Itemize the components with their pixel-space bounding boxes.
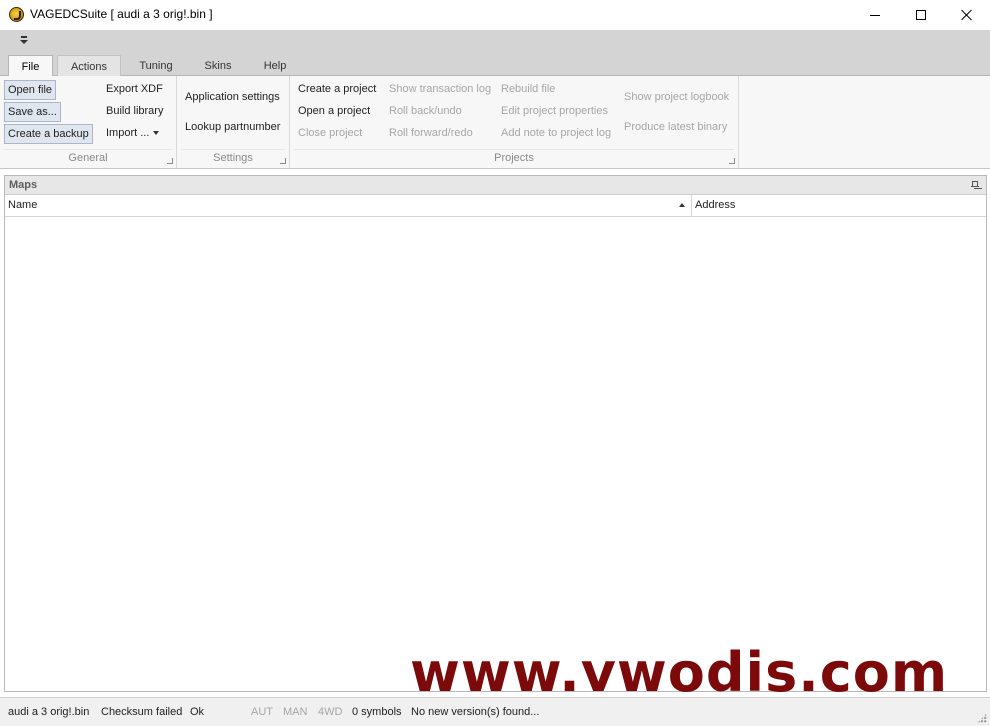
status-bar: audi a 3 orig!.bin Checksum failed Ok AU… bbox=[0, 697, 990, 726]
status-4wd: 4WD bbox=[318, 706, 343, 718]
status-filename: audi a 3 orig!.bin bbox=[8, 706, 90, 718]
show-transaction-log-button[interactable]: Show transaction log bbox=[386, 80, 494, 100]
column-header-address[interactable]: Address bbox=[692, 195, 986, 216]
open-file-button[interactable]: Open file bbox=[4, 80, 57, 100]
status-version: No new version(s) found... bbox=[411, 706, 540, 718]
tab-actions[interactable]: Actions bbox=[57, 55, 121, 77]
chevron-down-icon bbox=[153, 131, 160, 136]
ribbon-group-projects: Create a project Open a project Close pr… bbox=[290, 76, 739, 168]
resize-grip-icon[interactable] bbox=[977, 713, 987, 723]
tab-file[interactable]: File bbox=[8, 55, 53, 77]
show-project-logbook-button[interactable]: Show project logbook bbox=[621, 88, 732, 108]
save-as-button[interactable]: Save as... bbox=[4, 102, 61, 122]
column-header-address-label: Address bbox=[695, 199, 736, 211]
status-aut: AUT bbox=[251, 706, 273, 718]
create-project-button[interactable]: Create a project bbox=[295, 80, 379, 100]
edit-project-properties-button[interactable]: Edit project properties bbox=[498, 102, 611, 122]
dialog-launcher-icon[interactable] bbox=[280, 158, 286, 164]
maps-panel-header: Maps bbox=[5, 176, 986, 195]
customize-quick-access-icon[interactable] bbox=[18, 36, 32, 48]
status-checksum: Checksum failed bbox=[101, 706, 183, 718]
lookup-partnumber-button[interactable]: Lookup partnumber bbox=[182, 118, 283, 138]
ribbon: Open file Save as... Create a backup Exp… bbox=[0, 76, 990, 169]
window-title: VAGEDCSuite [ audi a 3 orig!.bin ] bbox=[30, 7, 213, 21]
column-header-name-label: Name bbox=[8, 199, 38, 211]
close-icon bbox=[961, 9, 973, 21]
rebuild-file-button[interactable]: Rebuild file bbox=[498, 80, 558, 100]
create-backup-button[interactable]: Create a backup bbox=[4, 124, 93, 144]
pin-icon[interactable] bbox=[971, 181, 979, 190]
open-project-button[interactable]: Open a project bbox=[295, 102, 373, 122]
status-symbols: 0 symbols bbox=[352, 706, 402, 718]
title-bar: VAGEDCSuite [ audi a 3 orig!.bin ] bbox=[0, 0, 990, 30]
ribbon-tabs: File Actions Tuning Skins Help bbox=[0, 52, 990, 77]
maps-grid-body[interactable] bbox=[5, 217, 986, 691]
roll-forward-button[interactable]: Roll forward/redo bbox=[386, 124, 476, 144]
maps-grid-header: Name Address bbox=[5, 195, 986, 217]
maps-panel-title: Maps bbox=[9, 179, 38, 191]
maps-panel: Maps Name Address bbox=[4, 175, 987, 692]
column-header-name[interactable]: Name bbox=[5, 195, 692, 216]
ribbon-group-general: Open file Save as... Create a backup Exp… bbox=[0, 76, 177, 168]
tab-help[interactable]: Help bbox=[250, 55, 300, 77]
group-label-settings: Settings bbox=[213, 152, 253, 164]
produce-latest-binary-button[interactable]: Produce latest binary bbox=[621, 118, 730, 138]
tab-skins[interactable]: Skins bbox=[192, 55, 244, 77]
group-label-projects: Projects bbox=[494, 152, 534, 164]
quick-access-toolbar bbox=[0, 30, 990, 52]
import-label: Import ... bbox=[106, 127, 150, 139]
sort-ascending-icon bbox=[679, 203, 685, 207]
import-dropdown-button[interactable]: Import ... bbox=[103, 124, 162, 144]
minimize-button[interactable] bbox=[852, 0, 898, 30]
add-note-button[interactable]: Add note to project log bbox=[498, 124, 614, 144]
dialog-launcher-icon[interactable] bbox=[729, 158, 735, 164]
close-button[interactable] bbox=[944, 0, 990, 30]
minimize-icon bbox=[870, 14, 880, 16]
export-xdf-button[interactable]: Export XDF bbox=[103, 80, 166, 100]
close-project-button[interactable]: Close project bbox=[295, 124, 365, 144]
roll-back-button[interactable]: Roll back/undo bbox=[386, 102, 465, 122]
group-label-general: General bbox=[68, 152, 108, 164]
status-man: MAN bbox=[283, 706, 308, 718]
dialog-launcher-icon[interactable] bbox=[167, 158, 173, 164]
tab-tuning[interactable]: Tuning bbox=[126, 55, 186, 77]
maximize-icon bbox=[916, 10, 926, 20]
maximize-button[interactable] bbox=[898, 0, 944, 30]
build-library-button[interactable]: Build library bbox=[103, 102, 166, 122]
application-settings-button[interactable]: Application settings bbox=[182, 88, 283, 108]
status-ok: Ok bbox=[190, 706, 205, 718]
app-logo-icon[interactable] bbox=[9, 7, 24, 22]
watermark: www.vwodis.com bbox=[410, 641, 949, 704]
ribbon-group-settings: Application settings Lookup partnumber S… bbox=[177, 76, 290, 168]
